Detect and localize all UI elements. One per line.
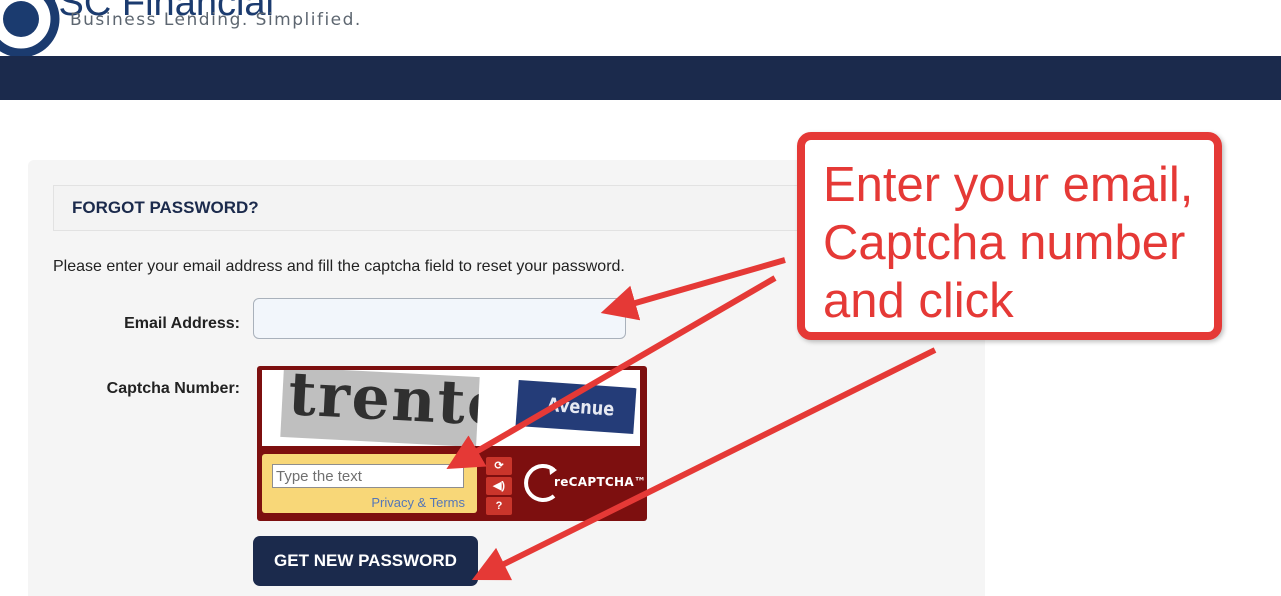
annotation-text: Enter your email, Captcha number and cli… <box>823 158 1194 328</box>
annotation-callout: Enter your email, Captcha number and cli… <box>797 132 1222 340</box>
arrow-to-button <box>471 347 937 581</box>
